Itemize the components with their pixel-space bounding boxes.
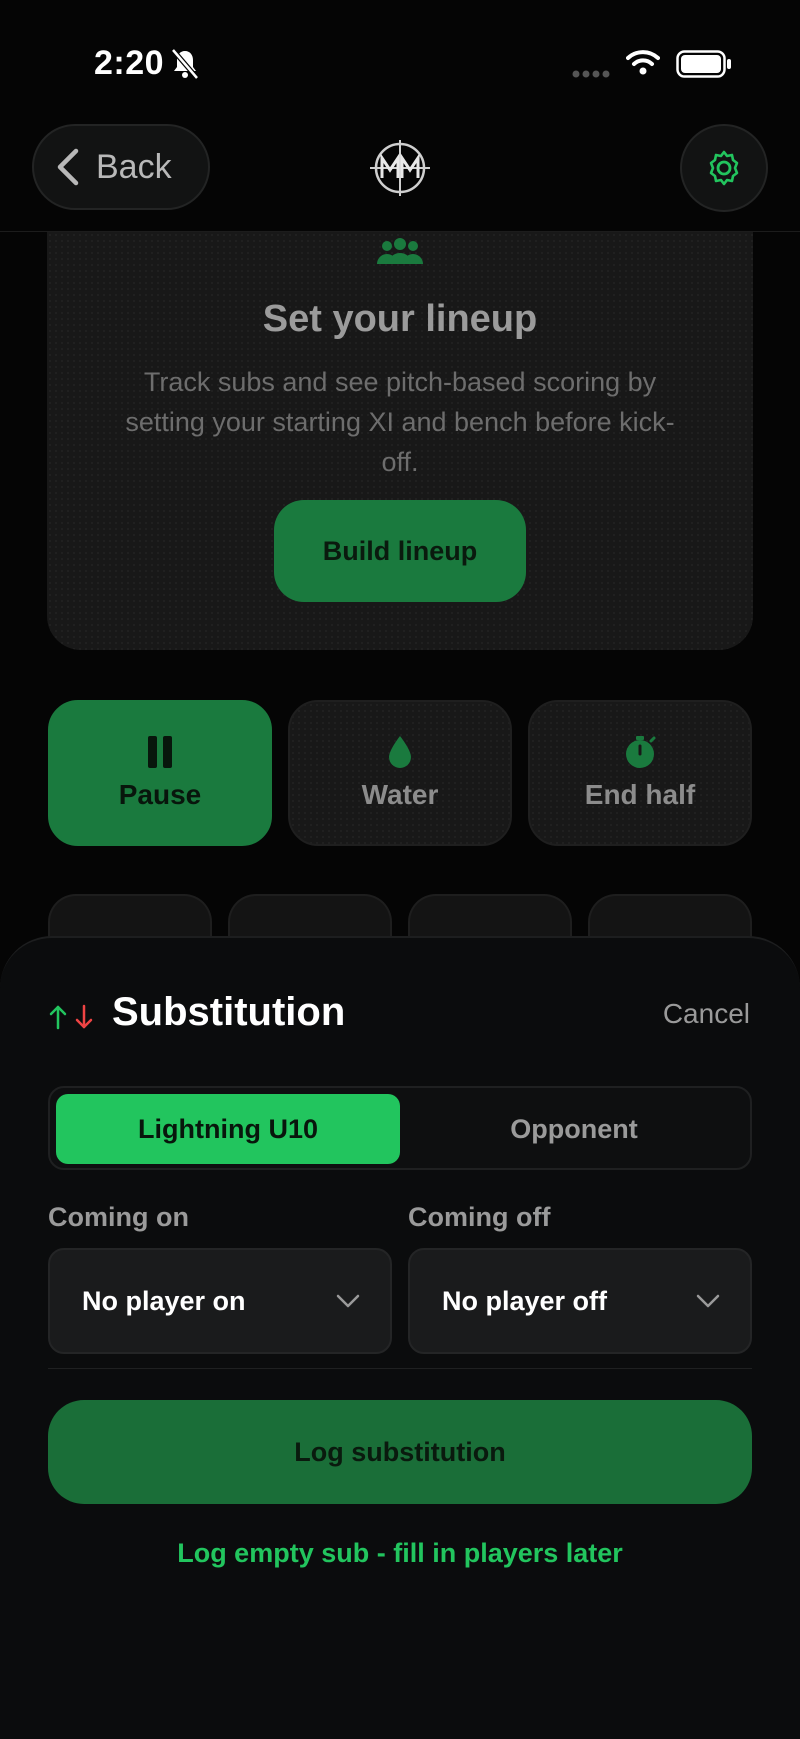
- end-half-label: End half: [584, 779, 696, 810]
- divider: [48, 1368, 752, 1369]
- team-segmented-control: Lightning U10 Opponent: [48, 1086, 752, 1170]
- team-icon: [377, 238, 423, 264]
- substitution-arrows-icon: [49, 1004, 93, 1030]
- stopwatch-icon: [626, 736, 656, 768]
- coming-off-label: Coming off: [408, 1202, 551, 1232]
- sheet-title: Substitution: [112, 990, 346, 1034]
- back-label: Back: [96, 147, 172, 186]
- end-half-button[interactable]: End half: [528, 700, 752, 846]
- pause-button[interactable]: Pause: [48, 700, 272, 846]
- settings-button[interactable]: [680, 124, 768, 212]
- chevron-down-icon: [696, 1294, 720, 1308]
- lineup-description: Track subs and see pitch-based scoring b…: [125, 367, 675, 477]
- gear-icon: [709, 150, 739, 186]
- water-drop-icon: [389, 736, 411, 768]
- coming-on-select[interactable]: No player on: [48, 1248, 392, 1354]
- pause-icon: [148, 736, 172, 768]
- top-nav-bar: Back: [0, 120, 800, 232]
- back-button[interactable]: Back: [32, 124, 210, 210]
- status-bar: 2:20: [0, 0, 800, 120]
- log-substitution-button[interactable]: Log substitution: [48, 1400, 752, 1504]
- chevron-down-icon: [336, 1294, 360, 1308]
- battery-icon: [676, 50, 731, 78]
- segment-home-team[interactable]: Lightning U10: [56, 1094, 400, 1164]
- lineup-title: Set your lineup: [262, 298, 538, 340]
- water-label: Water: [361, 779, 439, 810]
- build-lineup-button[interactable]: Build lineup: [274, 500, 526, 602]
- cancel-button[interactable]: Cancel: [663, 998, 750, 1030]
- water-break-button[interactable]: Water: [288, 700, 512, 846]
- log-empty-sub-link[interactable]: Log empty sub - fill in players later: [0, 1538, 800, 1569]
- lineup-card: Set your lineup Track subs and see pitch…: [47, 232, 753, 650]
- wifi-icon: [626, 50, 660, 75]
- segment-opponent[interactable]: Opponent: [404, 1094, 744, 1164]
- coming-off-value: No player off: [442, 1285, 608, 1316]
- coming-on-value: No player on: [82, 1285, 246, 1316]
- cellular-signal-icon: [572, 70, 610, 78]
- coming-on-label: Coming on: [48, 1202, 189, 1232]
- coming-off-select[interactable]: No player off: [408, 1248, 752, 1354]
- pause-label: Pause: [118, 779, 202, 810]
- app-logo-icon: [370, 140, 430, 196]
- substitution-sheet: Substitution Cancel Lightning U10 Oppone…: [0, 936, 800, 1739]
- bell-slash-icon: [171, 48, 199, 80]
- status-time: 2:20: [94, 44, 165, 82]
- chevron-left-icon: [57, 148, 79, 186]
